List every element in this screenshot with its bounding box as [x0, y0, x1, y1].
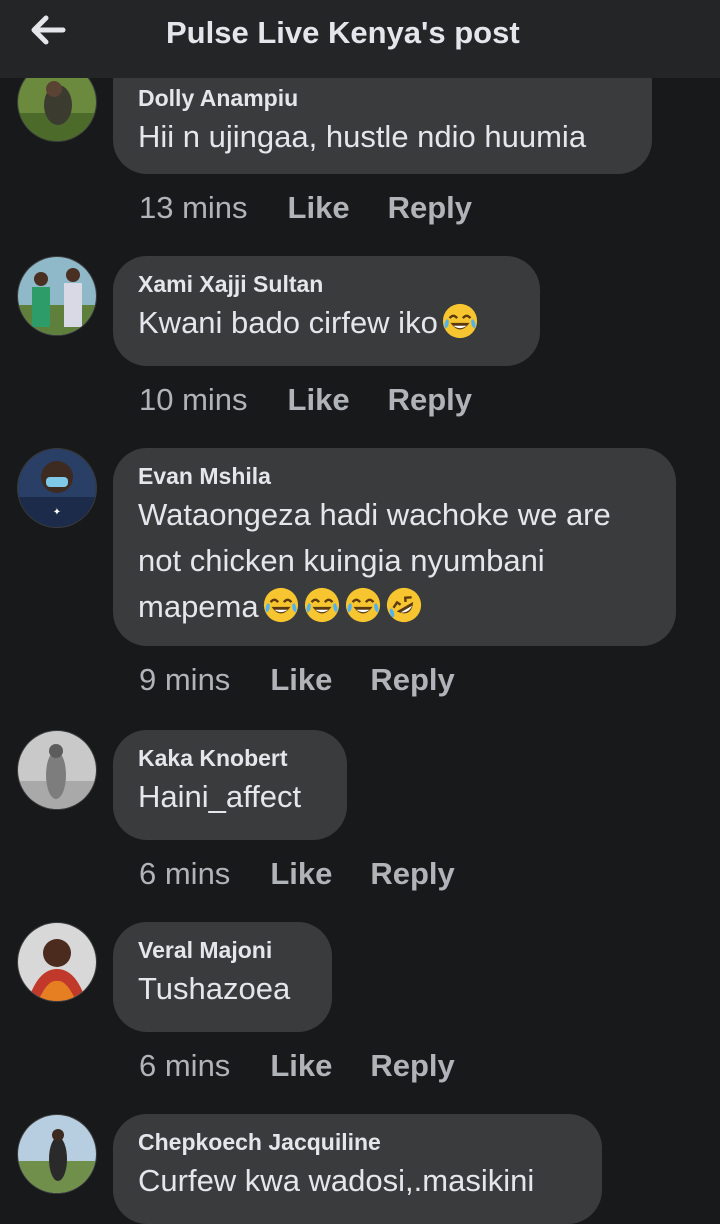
like-button[interactable]: Like	[288, 382, 350, 418]
like-button[interactable]: Like	[270, 1048, 332, 1084]
svg-text:✦: ✦	[53, 507, 61, 518]
comment-bubble: Veral Majoni Tushazoea	[113, 922, 332, 1032]
avatar[interactable]	[17, 730, 97, 810]
comment-time[interactable]: 9 mins	[139, 662, 230, 698]
comment-text: Kwani bado cirfew iko	[138, 300, 515, 346]
face-with-tears-of-joy-emoji	[304, 587, 339, 623]
avatar[interactable]: ✦	[17, 448, 97, 528]
comment-author[interactable]: Veral Majoni	[138, 936, 307, 964]
reply-button[interactable]: Reply	[370, 1048, 454, 1084]
comment-author[interactable]: Xami Xajji Sultan	[138, 270, 515, 298]
face-with-tears-of-joy-emoji	[442, 303, 477, 339]
comment-bubble: Xami Xajji Sultan Kwani bado cirfew iko	[113, 256, 540, 366]
comment-author[interactable]: Chepkoech Jacquiline	[138, 1128, 577, 1156]
reply-button[interactable]: Reply	[370, 856, 454, 892]
comment-author[interactable]: Kaka Knobert	[138, 744, 322, 772]
comment-text: Hii n ujingaa, hustle ndio huumia	[138, 119, 587, 154]
comment-text: Curfew kwa wadosi,.masikini	[138, 1163, 535, 1198]
reply-button[interactable]: Reply	[370, 662, 454, 698]
comment-time[interactable]: 6 mins	[139, 1048, 230, 1084]
top-bar: Pulse Live Kenya's post	[0, 0, 720, 78]
reply-button[interactable]: Reply	[388, 190, 472, 226]
comment-bubble: Chepkoech Jacquiline Curfew kwa wadosi,.…	[113, 1114, 602, 1224]
comment-meta: 6 mins Like Reply	[139, 1048, 455, 1084]
like-button[interactable]: Like	[270, 662, 332, 698]
avatar[interactable]	[17, 256, 97, 336]
face-with-tears-of-joy-emoji	[263, 587, 298, 623]
face-with-tears-of-joy-emoji	[345, 587, 380, 623]
page-title: Pulse Live Kenya's post	[166, 15, 520, 50]
comment-text: Tushazoea	[138, 971, 291, 1006]
reply-button[interactable]: Reply	[388, 382, 472, 418]
rolling-on-floor-laughing-emoji	[386, 587, 421, 623]
comment-bubble: Kaka Knobert Haini_affect	[113, 730, 347, 840]
like-button[interactable]: Like	[270, 856, 332, 892]
avatar[interactable]	[17, 922, 97, 1002]
comment-time[interactable]: 13 mins	[139, 190, 248, 226]
comment-author[interactable]: Dolly Anampiu	[138, 84, 627, 112]
avatar[interactable]	[17, 1114, 97, 1194]
comment-meta: 10 mins Like Reply	[139, 382, 472, 418]
comment-meta: 13 mins Like Reply	[139, 190, 472, 226]
like-button[interactable]: Like	[288, 190, 350, 226]
comment-author[interactable]: Evan Mshila	[138, 462, 651, 490]
comment-bubble: Evan Mshila Wataongeza hadi wachoke we a…	[113, 448, 676, 646]
comment-text: Wataongeza hadi wachoke we are not chick…	[138, 492, 651, 630]
comment-meta: 6 mins Like Reply	[139, 856, 455, 892]
comment-time[interactable]: 10 mins	[139, 382, 248, 418]
comment-text: Haini_affect	[138, 779, 302, 814]
comment-meta: 9 mins Like Reply	[139, 662, 455, 698]
back-arrow-icon[interactable]	[28, 12, 68, 48]
comment-time[interactable]: 6 mins	[139, 856, 230, 892]
